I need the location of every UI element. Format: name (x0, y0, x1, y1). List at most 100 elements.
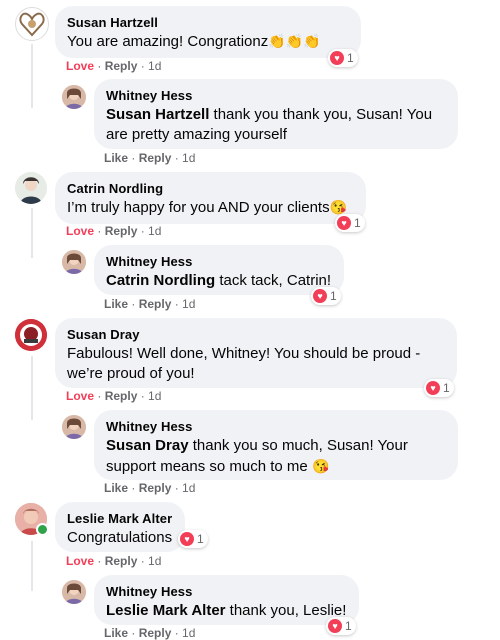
mention-link[interactable]: Susan Hartzell (106, 106, 209, 123)
reply-text: thank you thank you, Susan! You (209, 106, 433, 123)
reply-author[interactable]: Whitney Hess (106, 87, 446, 104)
thread-line (31, 208, 33, 258)
avatar[interactable] (62, 250, 86, 274)
comment-actions: Love · Reply · 1d (66, 59, 162, 73)
reply-author[interactable]: Whitney Hess (106, 583, 347, 600)
comment-actions: Love · Reply · 1d (66, 224, 162, 238)
love-button[interactable]: Love (66, 389, 94, 403)
avatar[interactable] (62, 85, 86, 109)
love-button[interactable]: Love (66, 59, 94, 73)
reaction-summary[interactable]: ♥ 1 (335, 214, 365, 232)
love-button[interactable]: Love (66, 554, 94, 568)
reply-actions: Like · Reply · 1d (104, 626, 196, 640)
reply-button[interactable]: Reply (139, 151, 172, 165)
heart-icon: ♥ (328, 619, 342, 633)
reply-bubble: Whitney Hess Catrin Nordling tack tack, … (94, 245, 344, 295)
comment-text: Congratulations (67, 529, 173, 546)
timestamp[interactable]: 1d (182, 626, 195, 640)
comment-actions: Love · Reply · 1d (66, 389, 162, 403)
kiss-emoji: 😘 (311, 458, 330, 474)
heart-icon: ♥ (337, 216, 351, 230)
person-photo-icon (62, 250, 86, 274)
heart-icon: ♥ (313, 289, 327, 303)
like-button[interactable]: Like (104, 297, 128, 311)
mention-link[interactable]: Susan Dray (106, 437, 189, 454)
comment-text: we’re proud of you! (67, 365, 195, 382)
reaction-count: 1 (347, 51, 354, 65)
comment-bubble: Susan Hartzell You are amazing! Congrati… (55, 6, 361, 58)
heart-icon: ♥ (180, 532, 194, 546)
like-button[interactable]: Like (104, 626, 128, 640)
comment-author[interactable]: Susan Dray (67, 326, 445, 343)
comment-text: I’m truly happy for you AND your clients (67, 199, 330, 216)
reply-button[interactable]: Reply (139, 297, 172, 311)
logo-badge-icon (15, 319, 47, 351)
reaction-count: 1 (197, 532, 204, 546)
reply-text: thank you so much, Susan! Your (188, 437, 408, 454)
timestamp[interactable]: 1d (182, 297, 195, 311)
reply-button[interactable]: Reply (105, 554, 138, 568)
comment-author[interactable]: Leslie Mark Alter (67, 510, 173, 527)
reply-button[interactable]: Reply (105, 389, 138, 403)
comment-author[interactable]: Catrin Nordling (67, 180, 354, 197)
clapping-emoji: 👏👏👏 (268, 33, 321, 49)
online-status-icon (36, 523, 49, 536)
thread-line (31, 44, 33, 108)
reaction-count: 1 (345, 619, 352, 633)
person-photo-icon (62, 415, 86, 439)
timestamp[interactable]: 1d (148, 554, 161, 568)
reply-bubble: Whitney Hess Leslie Mark Alter thank you… (94, 575, 359, 625)
comment-author[interactable]: Susan Hartzell (67, 14, 349, 31)
timestamp[interactable]: 1d (148, 389, 161, 403)
reaction-count: 1 (330, 289, 337, 303)
timestamp[interactable]: 1d (182, 481, 195, 495)
reaction-count: 1 (354, 216, 361, 230)
reply-bubble: Whitney Hess Susan Hartzell thank you th… (94, 79, 458, 149)
comment-actions: Love · Reply · 1d (66, 554, 162, 568)
avatar[interactable] (62, 580, 86, 604)
reaction-count: 1 (443, 381, 450, 395)
mention-link[interactable]: Catrin Nordling (106, 272, 215, 289)
reaction-summary[interactable]: ♥ 1 (424, 379, 454, 397)
reply-actions: Like · Reply · 1d (104, 481, 196, 495)
reply-text: are pretty amazing yourself (106, 126, 287, 143)
heart-icon: ♥ (330, 51, 344, 65)
comment-text: You are amazing! Congrationz (67, 33, 269, 50)
reply-text: tack tack, Catrin! (215, 272, 332, 289)
avatar[interactable] (15, 172, 47, 204)
avatar[interactable] (15, 7, 49, 41)
reply-text: support means so much to me (106, 458, 308, 475)
reply-author[interactable]: Whitney Hess (106, 418, 446, 435)
reply-button[interactable]: Reply (139, 481, 172, 495)
reaction-summary[interactable]: ♥ 1 (328, 49, 358, 67)
like-button[interactable]: Like (104, 151, 128, 165)
reaction-summary[interactable]: ♥ 1 (178, 530, 208, 548)
avatar[interactable] (62, 415, 86, 439)
timestamp[interactable]: 1d (182, 151, 195, 165)
comment-bubble: Susan Dray Fabulous! Well done, Whitney!… (55, 318, 457, 388)
heart-icon: ♥ (426, 381, 440, 395)
reply-bubble: Whitney Hess Susan Dray thank you so muc… (94, 410, 458, 480)
reaction-summary[interactable]: ♥ 1 (326, 617, 356, 635)
person-photo-icon (15, 172, 47, 204)
thread-line (31, 541, 33, 591)
reply-button[interactable]: Reply (139, 626, 172, 640)
avatar[interactable] (15, 319, 47, 351)
heart-logo-icon (19, 12, 45, 37)
timestamp[interactable]: 1d (148, 59, 161, 73)
like-button[interactable]: Like (104, 481, 128, 495)
reaction-summary[interactable]: ♥ 1 (311, 287, 341, 305)
thread-line (31, 356, 33, 420)
person-photo-icon (62, 85, 86, 109)
love-button[interactable]: Love (66, 224, 94, 238)
reply-button[interactable]: Reply (105, 59, 138, 73)
timestamp[interactable]: 1d (148, 224, 161, 238)
reply-actions: Like · Reply · 1d (104, 151, 196, 165)
reply-text: thank you, Leslie! (225, 602, 347, 619)
person-photo-icon (62, 580, 86, 604)
comment-bubble: Catrin Nordling I’m truly happy for you … (55, 172, 366, 224)
reply-button[interactable]: Reply (105, 224, 138, 238)
reply-author[interactable]: Whitney Hess (106, 253, 332, 270)
reply-actions: Like · Reply · 1d (104, 297, 196, 311)
mention-link[interactable]: Leslie Mark Alter (106, 602, 226, 619)
